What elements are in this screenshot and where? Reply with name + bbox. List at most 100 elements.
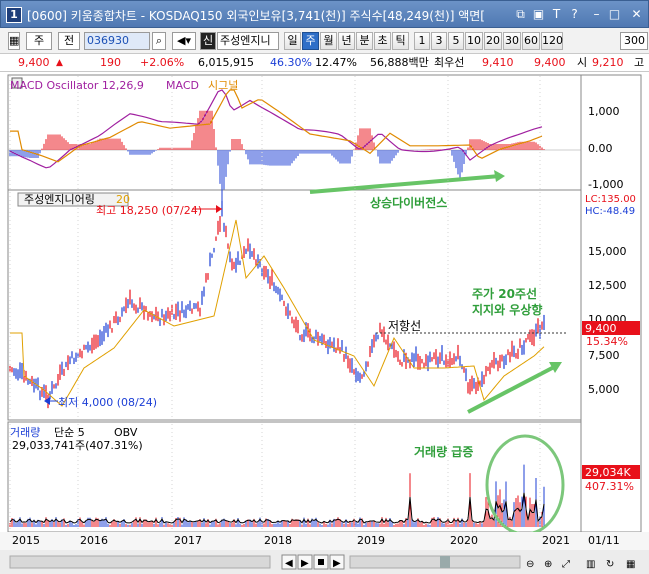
- high-annotation: 최고 18,250 (07/24): [96, 204, 202, 217]
- last-price-value: 9,400: [585, 322, 617, 335]
- help-icon[interactable]: ?: [567, 7, 582, 22]
- divergence-annotation: 상승다이버전스: [370, 195, 447, 210]
- refresh-icon[interactable]: ↻: [606, 559, 614, 570]
- last-volume-value: 29,034K: [585, 466, 631, 479]
- macd-axis-zero: 0.00: [588, 142, 613, 155]
- interval-button-1[interactable]: 3: [431, 32, 447, 50]
- period-button-3[interactable]: 년: [338, 32, 355, 50]
- interval-button-0[interactable]: 1: [414, 32, 430, 50]
- fit-icon[interactable]: ⤢: [562, 559, 570, 570]
- dock-icon[interactable]: ▣: [531, 7, 546, 22]
- obv-label: OBV: [114, 426, 138, 439]
- maximize-icon[interactable]: □: [607, 7, 622, 22]
- price-legend-name: 주성엔지니어링: [24, 193, 95, 206]
- year-tick-label: 2021: [542, 534, 570, 547]
- scroll-track[interactable]: [9, 555, 271, 569]
- interval-button-4[interactable]: 20: [484, 32, 502, 50]
- stock-code-input[interactable]: 036930: [84, 32, 150, 50]
- speaker-icon[interactable]: ◀▾: [172, 32, 196, 50]
- open-label: 시: [577, 56, 588, 69]
- minimize-icon[interactable]: –: [589, 7, 604, 22]
- volume-ratio: 46.30%: [270, 56, 312, 69]
- period-button-4[interactable]: 분: [356, 32, 373, 50]
- period-button-2[interactable]: 월: [320, 32, 337, 50]
- best-ask: 9,410: [482, 56, 514, 69]
- grid-toggle-icon[interactable]: ▦: [8, 32, 20, 50]
- trade-amount: 56,888백만: [370, 56, 429, 69]
- price-axis-15000: 15,000: [588, 245, 627, 258]
- price-axis-5000: 5,000: [588, 383, 620, 396]
- volume-ma-label: 단순 5: [54, 426, 85, 439]
- last-price-pct: 15.34%: [586, 335, 628, 348]
- prev-button[interactable]: 전: [58, 32, 80, 50]
- zoom-out-icon[interactable]: ⊖: [526, 559, 534, 570]
- low-annotation: 최저 4,000 (08/24): [58, 396, 157, 409]
- year-tick-label: 2016: [80, 534, 108, 547]
- resistance-label: 저항선: [388, 319, 421, 333]
- interval-button-3[interactable]: 10: [465, 32, 483, 50]
- lc-label: LC:135.00: [585, 194, 636, 205]
- high-label: 고: [634, 56, 645, 69]
- year-tick-label: 2015: [12, 534, 40, 547]
- period-select[interactable]: 주: [26, 32, 52, 50]
- period-button-5[interactable]: 초: [374, 32, 391, 50]
- volume-surge-annotation: 거래량 급증: [414, 444, 473, 459]
- hc-label: HC:-48.49: [585, 206, 635, 217]
- macd-axis-bottom: -1,000: [588, 178, 623, 191]
- app-number-icon: 1: [6, 7, 22, 23]
- price-axis-7500: 7,500: [588, 349, 620, 362]
- new-badge: 신: [200, 32, 216, 50]
- stock-name-field: 주성엔지니: [217, 32, 279, 50]
- left-arrow-icon: ◀: [285, 558, 293, 569]
- interval-button-2[interactable]: 5: [448, 32, 464, 50]
- turnover-ratio: 12.47%: [315, 56, 357, 69]
- window-titlebar: 1 [0600] 키움종합차트 - KOSDAQ150 외국인보유[3,741(…: [0, 0, 649, 28]
- period-button-1[interactable]: 주: [302, 32, 319, 50]
- current-price: 9,400: [18, 56, 50, 69]
- signal-line-label: 시그널: [208, 79, 238, 92]
- chart-area: MACD Oscillator 12,26,9 MACD 시그널 1,000 0…: [0, 74, 649, 574]
- grid-icon[interactable]: ▦: [626, 559, 635, 570]
- macd-osc-label: MACD Oscillator 12,26,9: [10, 79, 144, 92]
- interval-button-6[interactable]: 60: [522, 32, 540, 50]
- layout-icon[interactable]: ▥: [586, 559, 595, 570]
- period-button-6[interactable]: 틱: [392, 32, 409, 50]
- volume-label: 거래량: [10, 426, 40, 439]
- macd-axis-top: 1,000: [588, 105, 620, 118]
- right-arrow-icon: ▶: [333, 558, 341, 569]
- window-title: [0600] 키움종합차트 - KOSDAQ150 외국인보유[3,741(천)…: [27, 9, 485, 23]
- open-price: 9,210: [592, 56, 624, 69]
- best-quote-label: 최우선: [434, 56, 465, 69]
- interval-button-5[interactable]: 30: [503, 32, 521, 50]
- interval-button-7[interactable]: 120: [541, 32, 563, 50]
- year-tick-label: 2017: [174, 534, 202, 547]
- zoom-in-icon[interactable]: ⊕: [544, 559, 552, 570]
- close-icon[interactable]: ✕: [629, 7, 644, 22]
- year-tick-label: 2020: [450, 534, 478, 547]
- last-volume-pct: 407.31%: [585, 480, 634, 493]
- restore-window-icon[interactable]: ⧉: [513, 7, 528, 22]
- support-note-line1: 주가 20주선: [472, 286, 537, 301]
- change-percent: +2.06%: [140, 56, 185, 69]
- up-arrow-icon: ▲: [56, 58, 63, 68]
- support-note-line2: 지지와 우상향: [472, 302, 542, 317]
- quote-infobar: 9,400 ▲ 190 +2.06% 6,015,915 46.30% 12.4…: [0, 54, 649, 72]
- year-tick-label: 2018: [264, 534, 292, 547]
- period-button-0[interactable]: 일: [284, 32, 301, 50]
- price-change: 190: [100, 56, 121, 69]
- best-bid: 9,400: [534, 56, 566, 69]
- font-size-icon[interactable]: T: [549, 7, 564, 22]
- volume-readout: 29,033,741주(407.31%): [12, 439, 143, 452]
- zoom-thumb[interactable]: [440, 556, 450, 568]
- play-icon: ▶: [301, 558, 309, 569]
- xaxis-right-date: 01/11: [588, 534, 620, 547]
- stop-icon: [318, 559, 324, 565]
- macd-line-label: MACD: [166, 79, 199, 92]
- bar-count-input[interactable]: 300: [620, 32, 648, 50]
- year-tick-label: 2019: [357, 534, 385, 547]
- price-axis-12500: 12,500: [588, 279, 627, 292]
- search-icon[interactable]: ⌕: [152, 32, 166, 50]
- zoom-track[interactable]: [349, 555, 521, 569]
- chart-toolbar: ▦ 주 전 036930 ⌕ ◀▾ 신 주성엔지니 일 주 월 년 분 초 틱 1 3 5 10 20…: [0, 28, 649, 54]
- volume-value: 6,015,915: [198, 56, 254, 69]
